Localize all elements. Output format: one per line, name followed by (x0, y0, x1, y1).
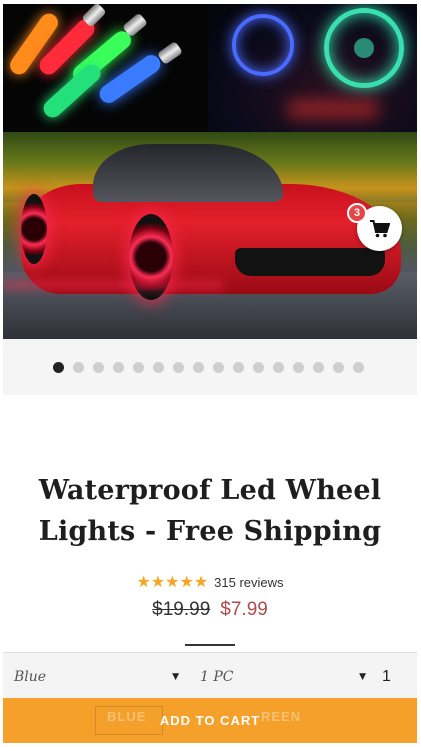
pagination-dot[interactable] (173, 362, 184, 373)
divider (185, 644, 235, 646)
cart-count-badge: 3 (347, 203, 367, 223)
pagination-dot[interactable] (73, 362, 84, 373)
reviews-count[interactable]: 315 reviews (214, 575, 283, 590)
ghost-label-left: BLUE (107, 709, 147, 724)
dropdown-arrow-icon: ▼ (172, 671, 179, 682)
quantity-input[interactable]: 1 (382, 653, 391, 700)
shopping-cart-icon (369, 219, 390, 237)
pack-select-value: 1 PC (200, 668, 234, 685)
pagination-dot[interactable] (253, 362, 264, 373)
pack-select[interactable]: 1 PC ▼ (200, 653, 366, 700)
variant-selectors: Blue ▼ 1 PC ▼ 1 (3, 652, 417, 699)
dropdown-arrow-icon: ▼ (359, 671, 366, 682)
product-image-gallery[interactable]: 3 (3, 4, 417, 339)
ghost-label-right: REEN (261, 709, 302, 724)
pagination-dots (53, 362, 364, 373)
compare-at-price: $19.99 (152, 599, 211, 620)
product-page: 3 Waterproof Led Wheel Lights - Free Shi… (3, 4, 417, 743)
pagination-dot[interactable] (293, 362, 304, 373)
price-block: $19.99 $7.99 (3, 599, 417, 621)
product-rating[interactable]: ★★★★★ 315 reviews (3, 572, 417, 592)
pagination-dot[interactable] (53, 362, 64, 373)
color-select[interactable]: Blue ▼ (14, 653, 179, 700)
pagination-dot[interactable] (333, 362, 344, 373)
add-to-cart-label: ADD TO CART (159, 713, 261, 728)
valve-lights-image (3, 4, 208, 132)
sale-price: $7.99 (220, 599, 268, 620)
rear-wheel-glow (21, 194, 47, 264)
add-to-cart-button[interactable]: BLUE REEN ADD TO CART (3, 698, 417, 743)
gallery-pagination (3, 339, 417, 395)
pagination-dot[interactable] (93, 362, 104, 373)
pagination-dot[interactable] (353, 362, 364, 373)
pagination-dot[interactable] (213, 362, 224, 373)
star-rating-icon: ★★★★★ (136, 574, 209, 591)
pagination-dot[interactable] (313, 362, 324, 373)
product-title: Waterproof Led Wheel Lights - Free Shipp… (38, 475, 382, 547)
pagination-dot[interactable] (153, 362, 164, 373)
pagination-dot[interactable] (113, 362, 124, 373)
red-sports-car-image (3, 132, 417, 339)
pagination-dot[interactable] (273, 362, 284, 373)
color-select-value: Blue (14, 668, 47, 685)
pagination-dot[interactable] (133, 362, 144, 373)
car-grille (235, 248, 385, 276)
pagination-dot[interactable] (233, 362, 244, 373)
pagination-dot[interactable] (193, 362, 204, 373)
bike-wheel-lights-image (208, 4, 417, 132)
